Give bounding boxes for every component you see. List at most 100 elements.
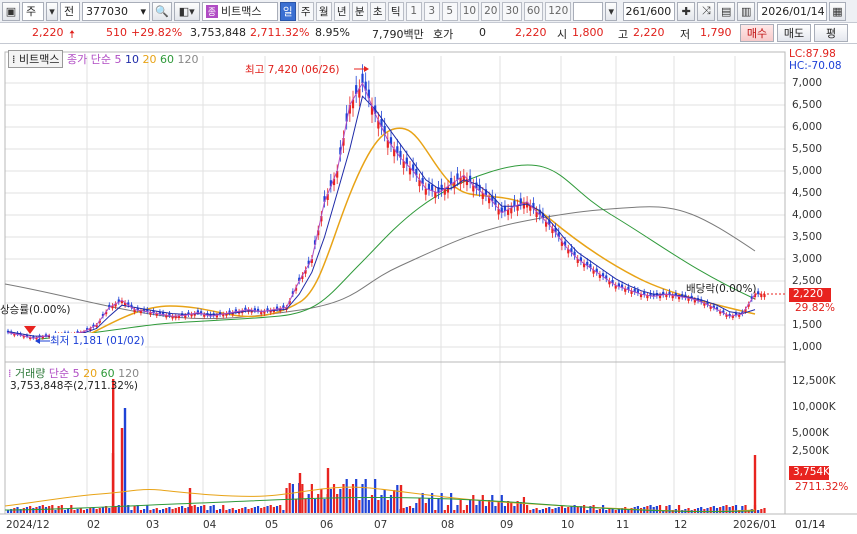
crosshair-icon[interactable]: ✚ bbox=[677, 1, 696, 21]
volume-bar bbox=[605, 510, 608, 513]
buy-button[interactable]: 매수 bbox=[740, 24, 774, 42]
chart-name-tag[interactable]: ⁞ 비트맥스 bbox=[8, 50, 64, 68]
sell-button[interactable]: 매도 bbox=[777, 24, 811, 42]
date-field[interactable]: 2026/01/14 bbox=[757, 1, 828, 21]
volume-bar bbox=[313, 499, 317, 513]
volume-bar bbox=[57, 506, 60, 513]
interval-1[interactable]: 1 bbox=[405, 1, 422, 21]
volume-bar bbox=[614, 510, 617, 513]
volume-bar bbox=[282, 510, 285, 513]
ma5-label[interactable]: 5 bbox=[114, 53, 121, 66]
volume-bar bbox=[700, 507, 703, 513]
hoga-price: 2,220 bbox=[515, 26, 547, 39]
volume-bar bbox=[237, 509, 241, 513]
volume-bar bbox=[260, 508, 263, 513]
volume-bar bbox=[339, 489, 342, 513]
volume-bar bbox=[44, 507, 48, 513]
ma60-label[interactable]: 60 bbox=[160, 53, 174, 66]
volume-bar bbox=[269, 505, 272, 513]
candle bbox=[431, 184, 434, 191]
volume-bar bbox=[450, 493, 453, 513]
volume-bar bbox=[551, 509, 554, 513]
trade-amount: 7,790백만 bbox=[372, 28, 424, 41]
volume-bar bbox=[279, 505, 282, 513]
tab-period-year[interactable]: 년 bbox=[333, 1, 350, 21]
ma10-label[interactable]: 10 bbox=[125, 53, 139, 66]
price-change-pct: +29.82% bbox=[131, 26, 183, 39]
search-icon[interactable]: 🔍 bbox=[152, 1, 172, 21]
interval-120[interactable]: 120 bbox=[545, 1, 572, 21]
volume-spike bbox=[399, 485, 403, 513]
volume-bar bbox=[323, 499, 326, 513]
count-field[interactable]: 261/600 bbox=[623, 1, 676, 21]
ma-label: 종가 단순 bbox=[66, 53, 111, 66]
interval-3[interactable]: 3 bbox=[423, 1, 440, 21]
tab-period-month[interactable]: 월 bbox=[315, 1, 332, 21]
volume-bar bbox=[203, 505, 206, 513]
date-axis-label: 11 bbox=[616, 519, 630, 531]
volume-bar bbox=[715, 508, 719, 513]
date-axis-label: 2026/01 bbox=[733, 519, 777, 531]
interval-20[interactable]: 20 bbox=[481, 1, 501, 21]
volume-bar bbox=[624, 507, 627, 513]
volume-bar bbox=[294, 499, 298, 513]
volume-bar bbox=[367, 500, 370, 513]
volume-bar bbox=[139, 510, 143, 513]
volume-bar bbox=[332, 484, 336, 513]
volume-bar bbox=[73, 510, 76, 513]
volume-bar bbox=[206, 510, 209, 513]
interval-5[interactable]: 5 bbox=[441, 1, 458, 21]
chevron-down-icon[interactable]: ▾ bbox=[46, 1, 58, 21]
print-icon[interactable]: ▥ bbox=[737, 1, 756, 21]
volume-bar bbox=[329, 489, 332, 513]
volume-spike bbox=[298, 473, 302, 513]
tab-period-tick[interactable]: 틱 bbox=[387, 1, 404, 21]
volume-bar bbox=[32, 508, 35, 513]
interval-60[interactable]: 60 bbox=[523, 1, 544, 21]
volume-bar bbox=[462, 510, 465, 513]
tab-period-second[interactable]: 초 bbox=[369, 1, 386, 21]
tab-period-minute[interactable]: 분 bbox=[351, 1, 368, 21]
low-note: 최저 1,181 (01/02) bbox=[50, 333, 145, 348]
mode-select[interactable]: 전 bbox=[60, 1, 80, 21]
window-icon[interactable]: ▣ bbox=[2, 1, 20, 21]
volume-bar bbox=[598, 509, 602, 513]
interval-30[interactable]: 30 bbox=[502, 1, 522, 21]
volume-bar bbox=[757, 510, 760, 513]
volume-bar bbox=[677, 505, 681, 513]
volume-bar bbox=[193, 505, 196, 513]
ma120-label[interactable]: 120 bbox=[177, 53, 198, 66]
price-legend: ⁞ 비트맥스 종가 단순 5 10 20 60 120 bbox=[8, 50, 198, 68]
high-label: 고 bbox=[618, 28, 629, 41]
volume-bar bbox=[95, 509, 98, 513]
open-label: 시 bbox=[557, 28, 568, 41]
volume-bar bbox=[228, 509, 231, 513]
volume-bar bbox=[418, 498, 421, 513]
volume-bar bbox=[253, 507, 256, 513]
ma20-label[interactable]: 20 bbox=[142, 53, 156, 66]
volume-bar bbox=[152, 509, 155, 513]
tab-period-week[interactable]: 주 bbox=[297, 1, 314, 21]
volume-bar bbox=[402, 508, 405, 513]
price-axis-label: 2,500 bbox=[792, 275, 823, 287]
volume-bar bbox=[741, 506, 744, 513]
stock-name-field[interactable]: 종 비트맥스 bbox=[201, 1, 278, 21]
volume-bar bbox=[82, 510, 86, 513]
current-pct-label: 29.82% bbox=[795, 302, 836, 314]
chart-type-icon[interactable]: ⤨ bbox=[697, 1, 716, 21]
volume-bar bbox=[22, 508, 25, 513]
custom-interval-input[interactable] bbox=[573, 1, 604, 21]
interval-10[interactable]: 10 bbox=[459, 1, 480, 21]
save-icon[interactable]: ▤ bbox=[717, 1, 736, 21]
calendar-icon[interactable]: ▦ bbox=[829, 1, 846, 21]
candle bbox=[434, 191, 437, 198]
eval-button[interactable]: 평 bbox=[814, 24, 848, 42]
market-select[interactable]: 주 bbox=[22, 1, 44, 21]
code-input[interactable]: 377030 ▾ bbox=[82, 1, 150, 21]
chart-settings-icon[interactable]: ◧▾ bbox=[173, 1, 200, 21]
volume-bar bbox=[165, 508, 168, 513]
tab-period-day[interactable]: 일 bbox=[279, 1, 296, 21]
price-axis-label: 3,500 bbox=[792, 231, 823, 243]
volume-bar bbox=[386, 500, 389, 513]
chevron-down-icon[interactable]: ▾ bbox=[605, 1, 618, 21]
